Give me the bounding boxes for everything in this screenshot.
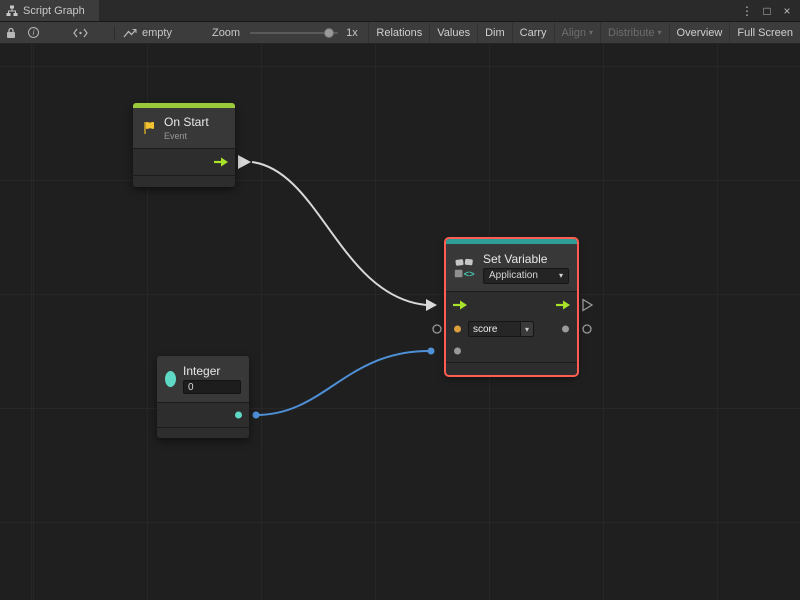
name-input-port[interactable] bbox=[454, 326, 461, 333]
align-button[interactable]: Align ▾ bbox=[554, 22, 600, 43]
zoom-slider[interactable] bbox=[250, 32, 338, 34]
graph-canvas[interactable]: On Start Event <> bbox=[0, 44, 800, 600]
dim-button[interactable]: Dim bbox=[477, 22, 512, 43]
value-wire[interactable] bbox=[256, 351, 429, 415]
value-wire-start-dot bbox=[253, 412, 260, 419]
node-title: Integer bbox=[183, 364, 241, 378]
chevron-down-icon: ▾ bbox=[525, 325, 529, 334]
code-preview-icon[interactable] bbox=[73, 28, 88, 38]
code-glyph-icon: <> bbox=[464, 268, 475, 278]
zoom-slider-knob[interactable] bbox=[324, 28, 334, 38]
script-graph-window: Script Graph ⋮ □ × i bbox=[0, 0, 800, 600]
node-footer bbox=[446, 363, 577, 375]
values-button[interactable]: Values bbox=[429, 22, 477, 43]
control-wire[interactable] bbox=[252, 162, 426, 305]
node-set-variable[interactable]: <> Set Variable Application ▾ bbox=[446, 239, 577, 375]
titlebar: Script Graph ⋮ □ × bbox=[0, 0, 800, 22]
tab-script-graph[interactable]: Script Graph bbox=[0, 0, 99, 21]
maximize-button[interactable]: □ bbox=[759, 4, 775, 18]
info-icon[interactable]: i bbox=[28, 27, 39, 38]
integer-icon bbox=[165, 371, 176, 387]
node-integer[interactable]: Integer 0 bbox=[157, 356, 249, 438]
integer-header: Integer 0 bbox=[157, 356, 249, 402]
node-subtitle: Event bbox=[164, 131, 209, 141]
variable-name-field[interactable]: score ▾ bbox=[468, 321, 534, 337]
node-footer bbox=[157, 428, 249, 438]
control-output-port[interactable] bbox=[213, 157, 229, 167]
chevron-down-icon: ▾ bbox=[589, 28, 593, 37]
control-input-port[interactable] bbox=[452, 300, 468, 310]
name-port-row: score ▾ bbox=[446, 318, 577, 340]
control-ports-row bbox=[446, 292, 577, 318]
control-wire-start-cap bbox=[238, 155, 251, 169]
zoom-value: 1x bbox=[346, 27, 358, 39]
window-menu-button[interactable]: ⋮ bbox=[739, 4, 755, 18]
integer-output-port[interactable] bbox=[235, 412, 242, 419]
tab-title: Script Graph bbox=[23, 5, 85, 17]
wires-layer bbox=[0, 44, 800, 600]
integer-ports bbox=[157, 403, 249, 427]
zoom-label: Zoom bbox=[212, 27, 240, 39]
value-wire-end-dot bbox=[428, 348, 435, 355]
unconnected-input-circle[interactable] bbox=[433, 325, 441, 333]
control-wire-end-arrow bbox=[426, 299, 437, 311]
graph-icon bbox=[6, 5, 18, 17]
variable-scope-dropdown[interactable]: Application ▾ bbox=[483, 268, 569, 284]
toolbar-buttons: Relations Values Dim Carry Align ▾ Distr… bbox=[368, 22, 800, 43]
chevron-down-icon: ▾ bbox=[559, 271, 563, 280]
titlebar-spacer bbox=[99, 0, 739, 21]
overview-button[interactable]: Overview bbox=[669, 22, 730, 43]
unconnected-control-triangle[interactable] bbox=[583, 300, 592, 311]
node-title: Set Variable bbox=[483, 252, 569, 266]
chevron-down-icon: ▾ bbox=[658, 28, 662, 37]
lock-icon[interactable] bbox=[6, 27, 16, 39]
relations-button[interactable]: Relations bbox=[368, 22, 429, 43]
on-start-header: On Start Event bbox=[133, 108, 235, 148]
variable-name-dropdown-button[interactable]: ▾ bbox=[520, 321, 534, 337]
distribute-button[interactable]: Distribute ▾ bbox=[600, 22, 668, 43]
close-button[interactable]: × bbox=[779, 4, 795, 18]
unconnected-output-circle[interactable] bbox=[583, 325, 591, 333]
value-port-row bbox=[446, 340, 577, 362]
control-output-port[interactable] bbox=[555, 300, 571, 310]
graph-pointer-icon bbox=[123, 28, 137, 38]
flag-icon bbox=[141, 120, 157, 136]
node-on-start[interactable]: On Start Event bbox=[133, 103, 235, 187]
node-footer bbox=[133, 176, 235, 187]
carry-button[interactable]: Carry bbox=[512, 22, 554, 43]
value-input-port[interactable] bbox=[454, 348, 461, 355]
toolbar-separator bbox=[114, 26, 115, 40]
set-variable-icon: <> bbox=[454, 255, 476, 281]
graph-toolbar: i empty Zoom 1x Relations Values Dim Car… bbox=[0, 22, 800, 44]
integer-value-input[interactable]: 0 bbox=[183, 380, 241, 394]
window-controls: ⋮ □ × bbox=[739, 0, 800, 21]
node-title: On Start bbox=[164, 115, 209, 129]
value-output-port[interactable] bbox=[562, 326, 569, 333]
set-variable-header: <> Set Variable Application ▾ bbox=[446, 244, 577, 291]
on-start-ports bbox=[133, 149, 235, 175]
fullscreen-button[interactable]: Full Screen bbox=[729, 22, 800, 43]
graph-breadcrumb[interactable]: empty bbox=[142, 27, 172, 39]
